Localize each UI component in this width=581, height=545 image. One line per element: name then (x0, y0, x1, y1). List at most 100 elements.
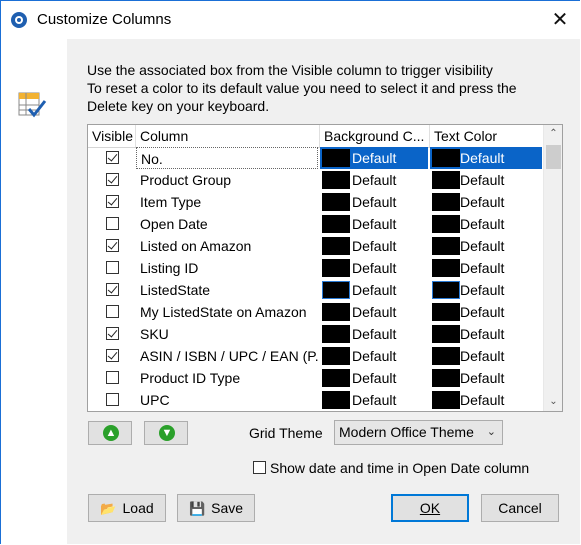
background-color-value: Default (352, 172, 397, 188)
color-swatch[interactable] (322, 171, 350, 189)
background-color-cell[interactable]: Default (320, 389, 428, 411)
color-swatch[interactable] (322, 369, 350, 387)
visible-checkbox[interactable] (106, 371, 119, 384)
text-color-cell[interactable]: Default (430, 147, 542, 169)
color-swatch[interactable] (432, 391, 460, 409)
background-color-cell[interactable]: Default (320, 323, 428, 345)
header-visible[interactable]: Visible (88, 125, 136, 147)
color-swatch[interactable] (322, 215, 350, 233)
color-swatch[interactable] (432, 325, 460, 343)
column-name: No. (136, 147, 318, 169)
visible-checkbox[interactable] (106, 305, 119, 318)
text-color-cell[interactable]: Default (430, 257, 542, 279)
text-color-cell[interactable]: Default (430, 279, 542, 301)
column-name: Product Group (140, 172, 232, 188)
color-swatch[interactable] (322, 193, 350, 211)
header-background-color[interactable]: Background C... (320, 125, 430, 147)
color-swatch[interactable] (432, 369, 460, 387)
background-color-cell[interactable]: Default (320, 147, 428, 169)
color-swatch[interactable] (322, 259, 350, 277)
table-row[interactable]: UPC Default Default (88, 389, 542, 411)
table-row[interactable]: ASIN / ISBN / UPC / EAN (P... Default Defa… (88, 345, 542, 367)
color-swatch[interactable] (432, 281, 460, 299)
visible-checkbox[interactable] (106, 327, 119, 340)
text-color-cell[interactable]: Default (430, 191, 542, 213)
move-up-button[interactable]: ▲ (88, 421, 132, 445)
load-button[interactable]: 📂 Load (88, 494, 166, 522)
scroll-up-arrow-icon[interactable]: ⌃ (544, 125, 562, 142)
text-color-cell[interactable]: Default (430, 301, 542, 323)
table-row[interactable]: ListedState Default Default (88, 279, 542, 301)
text-color-cell[interactable]: Default (430, 345, 542, 367)
color-swatch[interactable] (432, 259, 460, 277)
text-color-cell[interactable]: Default (430, 367, 542, 389)
table-row[interactable]: SKU Default Default (88, 323, 542, 345)
show-date-label[interactable]: Show date and time in Open Date column (270, 460, 529, 476)
columns-grid[interactable]: Visible Column Background C... Text Colo… (87, 124, 563, 412)
show-date-checkbox[interactable] (253, 461, 266, 474)
table-row[interactable]: Product ID Type Default Default (88, 367, 542, 389)
color-swatch[interactable] (432, 149, 460, 167)
table-row[interactable]: Listed on Amazon Default Default (88, 235, 542, 257)
background-color-cell[interactable]: Default (320, 257, 428, 279)
visible-checkbox[interactable] (106, 195, 119, 208)
text-color-cell[interactable]: Default (430, 323, 542, 345)
vertical-scrollbar[interactable]: ⌃ ⌄ (543, 125, 562, 411)
table-row[interactable]: Listing ID Default Default (88, 257, 542, 279)
background-color-cell[interactable]: Default (320, 213, 428, 235)
table-row[interactable]: No. Default Default (88, 147, 542, 169)
background-color-cell[interactable]: Default (320, 345, 428, 367)
table-row[interactable]: Open Date Default Default (88, 213, 542, 235)
background-color-value: Default (352, 348, 397, 364)
table-row[interactable]: Product Group Default Default (88, 169, 542, 191)
color-swatch[interactable] (432, 193, 460, 211)
move-down-button[interactable]: ▼ (144, 421, 188, 445)
ok-button[interactable]: OK (391, 494, 469, 522)
background-color-cell[interactable]: Default (320, 191, 428, 213)
scroll-down-arrow-icon[interactable]: ⌄ (544, 393, 562, 410)
color-swatch[interactable] (322, 303, 350, 321)
color-swatch[interactable] (322, 391, 350, 409)
table-row[interactable]: Item Type Default Default (88, 191, 542, 213)
background-color-cell[interactable]: Default (320, 169, 428, 191)
text-color-cell[interactable]: Default (430, 169, 542, 191)
color-swatch[interactable] (432, 171, 460, 189)
color-swatch[interactable] (432, 215, 460, 233)
customize-columns-dialog: Customize Columns ✕ Use the associated b… (0, 0, 580, 545)
visible-checkbox[interactable] (106, 393, 119, 406)
visible-checkbox[interactable] (106, 283, 119, 296)
grid-theme-select[interactable]: Modern Office Theme ⌄ (334, 420, 503, 445)
visible-checkbox[interactable] (106, 349, 119, 362)
text-color-cell[interactable]: Default (430, 235, 542, 257)
text-color-cell[interactable]: Default (430, 389, 542, 411)
background-color-cell[interactable]: Default (320, 367, 428, 389)
background-color-cell[interactable]: Default (320, 279, 428, 301)
color-swatch[interactable] (432, 347, 460, 365)
color-swatch[interactable] (432, 237, 460, 255)
background-color-cell[interactable]: Default (320, 235, 428, 257)
text-color-cell[interactable]: Default (430, 213, 542, 235)
visible-checkbox[interactable] (106, 239, 119, 252)
header-column[interactable]: Column (136, 125, 320, 147)
visible-checkbox[interactable] (106, 217, 119, 230)
color-swatch[interactable] (322, 237, 350, 255)
scroll-thumb[interactable] (546, 145, 561, 169)
header-text-color[interactable]: Text Color (430, 125, 542, 147)
background-color-value: Default (352, 370, 397, 386)
background-color-cell[interactable]: Default (320, 301, 428, 323)
save-button[interactable]: 💾 Save (177, 494, 255, 522)
chevron-down-icon: ⌄ (486, 426, 496, 438)
color-swatch[interactable] (432, 303, 460, 321)
table-row[interactable]: My ListedState on Amazon Default Default (88, 301, 542, 323)
color-swatch[interactable] (322, 281, 350, 299)
grid-theme-label: Grid Theme (249, 425, 323, 441)
visible-checkbox[interactable] (106, 261, 119, 274)
visible-checkbox[interactable] (106, 151, 119, 164)
color-swatch[interactable] (322, 149, 350, 167)
close-icon[interactable]: ✕ (547, 7, 573, 33)
cancel-button[interactable]: Cancel (481, 494, 559, 522)
color-swatch[interactable] (322, 325, 350, 343)
arrow-down-icon: ▼ (159, 425, 175, 441)
color-swatch[interactable] (322, 347, 350, 365)
visible-checkbox[interactable] (106, 173, 119, 186)
